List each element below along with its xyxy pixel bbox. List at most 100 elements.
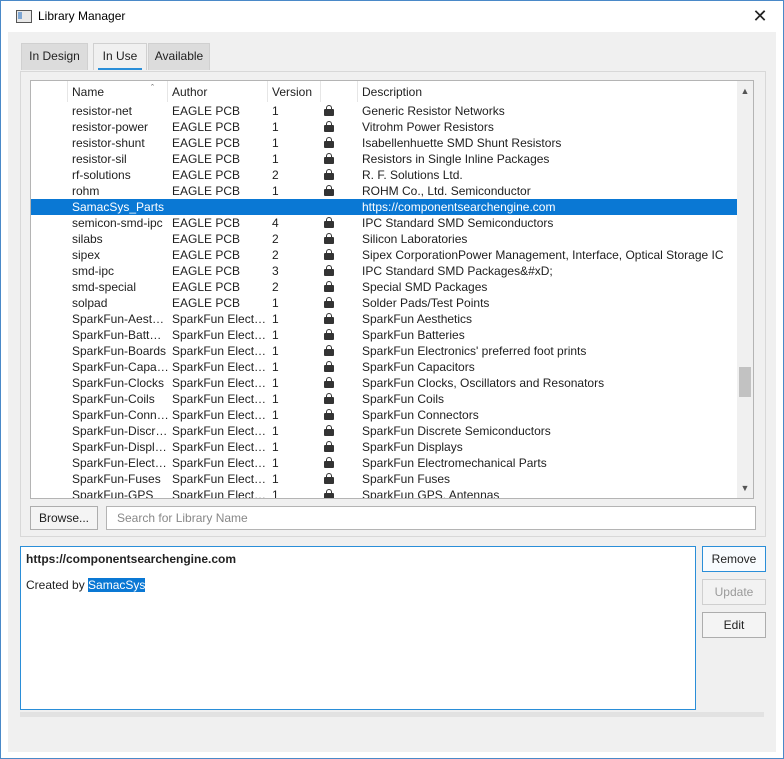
row-icon-cell [324, 151, 338, 167]
row-name-cell: SparkFun-Conn… [72, 408, 168, 422]
row-icon-cell [324, 407, 338, 423]
table-row[interactable]: SparkFun-Boards SparkFun Elect… 1 SparkFun … [31, 343, 737, 359]
client-area: In Design In Use Available Name ˆ Author… [8, 32, 776, 752]
table-row[interactable]: SparkFun-Displ… SparkFun Elect… 1 SparkFun … [31, 439, 737, 455]
table-row[interactable]: SparkFun-GPS SparkFun Elect… 1 SparkFun GPS… [31, 487, 737, 498]
row-description-cell: SparkFun Discrete Semiconductors [362, 424, 551, 438]
row-name-cell: SparkFun-Discr… [72, 424, 168, 438]
row-version-cell: 2 [272, 248, 279, 262]
edit-button[interactable]: Edit [702, 612, 766, 638]
column-header-blank [31, 81, 68, 102]
browse-button[interactable]: Browse... [30, 506, 98, 530]
table-row[interactable]: SparkFun-Capa… SparkFun Elect… 1 SparkFun C… [31, 359, 737, 375]
row-description-cell: SparkFun Displays [362, 440, 463, 454]
row-icon-cell [324, 183, 338, 199]
row-icon-cell [324, 279, 338, 295]
column-header-description[interactable]: Description [358, 81, 737, 102]
table-row[interactable]: SparkFun-Batt… SparkFun Elect… 1 SparkFun B… [31, 327, 737, 343]
row-description-cell: SparkFun Electromechanical Parts [362, 456, 547, 470]
table-row[interactable]: semicon-smd-ipc EAGLE PCB 4 IPC Standard SM… [31, 215, 737, 231]
table-row[interactable]: resistor-sil EAGLE PCB 1 Resistors in Singl… [31, 151, 737, 167]
row-author-cell: SparkFun Elect… [172, 440, 266, 454]
table-row[interactable]: resistor-shunt EAGLE PCB 1 Isabellenhuette … [31, 135, 737, 151]
row-name-cell: SparkFun-Clocks [72, 376, 165, 390]
table-row[interactable]: silabs EAGLE PCB 2 Silicon Laboratories [31, 231, 737, 247]
update-button[interactable]: Update [702, 579, 766, 605]
row-name-cell: SparkFun-Capa… [72, 360, 168, 374]
table-row[interactable]: resistor-net EAGLE PCB 1 Generic Resistor N… [31, 103, 737, 119]
row-name-cell: SparkFun-Coils [72, 392, 155, 406]
row-author-cell: EAGLE PCB [172, 104, 241, 118]
table-row[interactable]: rohm EAGLE PCB 1 ROHM Co., Ltd. Semiconduct… [31, 183, 737, 199]
column-header-name[interactable]: Name ˆ [68, 81, 168, 102]
table-row[interactable]: SparkFun-Fuses SparkFun Elect… 1 SparkFun F… [31, 471, 737, 487]
row-version-cell: 1 [272, 392, 279, 406]
row-description-cell: R. F. Solutions Ltd. [362, 168, 463, 182]
row-name-cell: SparkFun-Elect… [72, 456, 167, 470]
scroll-down-icon[interactable]: ▼ [737, 480, 753, 496]
row-description-cell: IPC Standard SMD Packages&#xD; [362, 264, 553, 278]
row-name-cell: SparkFun-GPS [72, 488, 154, 498]
row-description-cell: Vitrohm Power Resistors [362, 120, 494, 134]
table-row[interactable]: SparkFun-Clocks SparkFun Elect… 1 SparkFun … [31, 375, 737, 391]
table-row[interactable]: SparkFun-Aest… SparkFun Elect… 1 SparkFun A… [31, 311, 737, 327]
row-version-cell: 1 [272, 296, 279, 310]
table-row[interactable]: SamacSys_Parts https://componentsearcheng… [31, 199, 737, 215]
table-row[interactable]: SparkFun-Discr… SparkFun Elect… 1 SparkFun … [31, 423, 737, 439]
row-description-cell: Sipex CorporationPower Management, Inter… [362, 248, 724, 262]
row-name-cell: solpad [72, 296, 108, 310]
table-row[interactable]: SparkFun-Conn… SparkFun Elect… 1 SparkFun C… [31, 407, 737, 423]
row-icon-cell [324, 327, 338, 343]
row-description-cell: SparkFun Electronics' preferred foot pri… [362, 344, 587, 358]
row-name-cell: semicon-smd-ipc [72, 216, 163, 230]
table-body: resistor-net EAGLE PCB 1 Generic Resistor N… [31, 103, 737, 498]
scroll-up-icon[interactable]: ▲ [737, 83, 753, 99]
row-name-cell: SparkFun-Displ… [72, 440, 167, 454]
created-by-author[interactable]: SamacSys [88, 578, 146, 592]
row-description-cell: Generic Resistor Networks [362, 104, 505, 118]
row-icon-cell [324, 455, 338, 471]
table-vertical-scrollbar[interactable]: ▲ ▼ [737, 81, 753, 498]
row-author-cell: SparkFun Elect… [172, 392, 266, 406]
table-row[interactable]: smd-special EAGLE PCB 2 Special SMD Package… [31, 279, 737, 295]
scrollbar-thumb[interactable] [739, 367, 751, 397]
row-description-cell: Isabellenhuette SMD Shunt Resistors [362, 136, 562, 150]
table-row[interactable]: resistor-power EAGLE PCB 1 Vitrohm Power Re… [31, 119, 737, 135]
row-description-cell: SparkFun Coils [362, 392, 445, 406]
table-row[interactable]: solpad EAGLE PCB 1 Solder Pads/Test Points [31, 295, 737, 311]
tab-in-design[interactable]: In Design [21, 43, 88, 70]
row-name-cell: smd-special [72, 280, 137, 294]
table-row[interactable]: smd-ipc EAGLE PCB 3 IPC Standard SMD Packag… [31, 263, 737, 279]
table-row[interactable]: sipex EAGLE PCB 2 Sipex CorporationPower Ma… [31, 247, 737, 263]
column-header-author[interactable]: Author [168, 81, 268, 102]
table-row[interactable]: SparkFun-Elect… SparkFun Elect… 1 SparkFun … [31, 455, 737, 471]
search-input[interactable] [106, 506, 756, 530]
progress-bar [20, 712, 764, 717]
details-panel: https://componentsearchengine.com Create… [20, 546, 696, 710]
tab-available[interactable]: Available [148, 43, 210, 70]
row-author-cell: SparkFun Elect… [172, 424, 266, 438]
column-header-version[interactable]: Version [268, 81, 321, 102]
row-description-cell: IPC Standard SMD Semiconductors [362, 216, 554, 230]
row-name-cell: rohm [72, 184, 100, 198]
close-icon[interactable]: ✕ [746, 4, 774, 28]
row-author-cell: EAGLE PCB [172, 248, 241, 262]
row-description-cell: SparkFun Batteries [362, 328, 465, 342]
row-icon-cell [324, 391, 338, 407]
title-bar: Library Manager ✕ [1, 1, 783, 32]
row-author-cell: EAGLE PCB [172, 152, 241, 166]
row-version-cell: 1 [272, 424, 279, 438]
remove-button[interactable]: Remove [702, 546, 766, 572]
row-icon-cell [324, 375, 338, 391]
table-row[interactable]: SparkFun-Coils SparkFun Elect… 1 SparkFun C… [31, 391, 737, 407]
row-version-cell: 4 [272, 216, 279, 230]
row-version-cell: 1 [272, 136, 279, 150]
sort-ascending-icon: ˆ [151, 83, 154, 93]
tab-in-use[interactable]: In Use [93, 43, 147, 70]
column-header-icon[interactable] [321, 81, 358, 102]
row-version-cell: 2 [272, 280, 279, 294]
row-description-cell: SparkFun GPS, Antennas [362, 488, 500, 498]
table-row[interactable]: rf-solutions EAGLE PCB 2 R. F. Solutions Lt… [31, 167, 737, 183]
row-description-cell: Resistors in Single Inline Packages [362, 152, 550, 166]
row-name-cell: rf-solutions [72, 168, 131, 182]
